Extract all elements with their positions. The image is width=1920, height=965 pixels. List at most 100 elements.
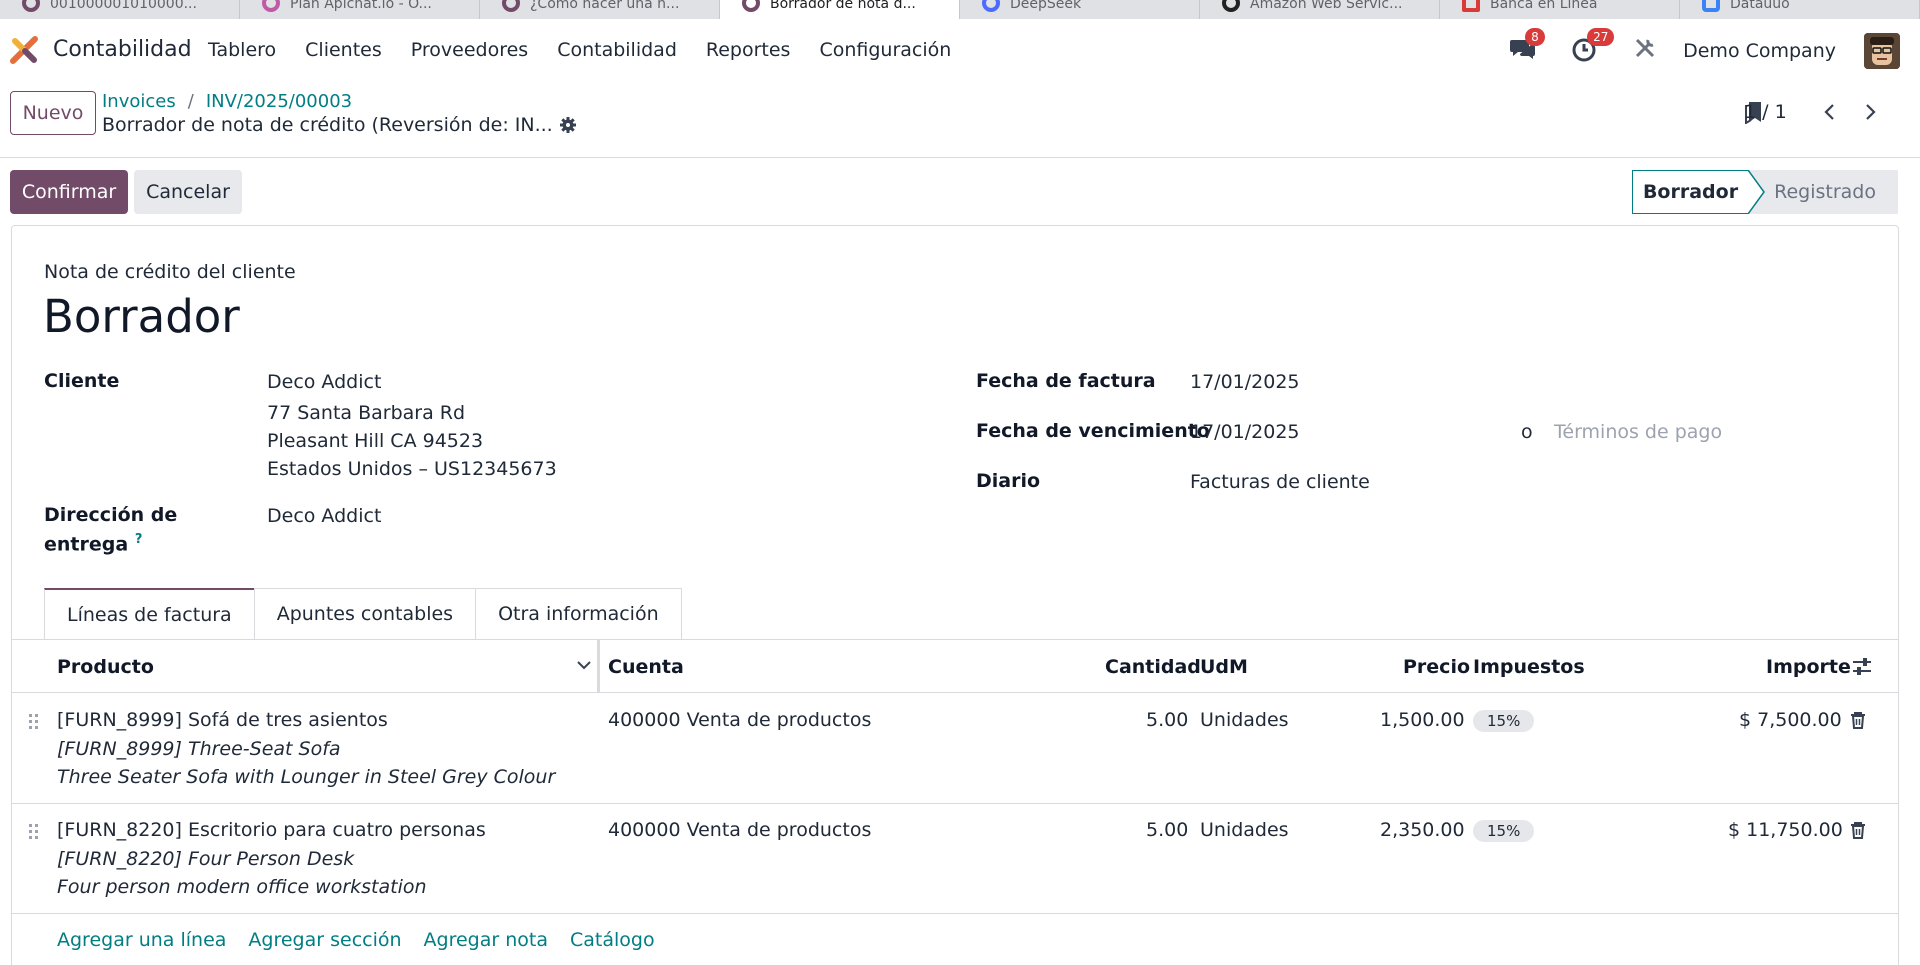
menu-item-tablero[interactable]: Tablero <box>208 39 276 61</box>
line-price[interactable]: 2,350.00 <box>1380 819 1465 841</box>
pager-value[interactable]: 1 / 1 <box>1744 101 1787 123</box>
app-name[interactable]: Contabilidad <box>53 37 192 62</box>
chevron-down-icon[interactable] <box>576 657 592 673</box>
browser-tab-strip: 001000001010000... Plan Apichat.io - O..… <box>0 0 1920 19</box>
line-description[interactable]: Four person modern office workstation <box>57 876 427 898</box>
add-section-link[interactable]: Agregar sección <box>248 929 401 951</box>
breadcrumb-invoice-link[interactable]: INV/2025/00003 <box>206 91 352 112</box>
menu-item-clientes[interactable]: Clientes <box>305 39 382 61</box>
status-posted[interactable]: Registrado <box>1748 170 1898 214</box>
browser-tab-active[interactable]: Borrador de nota d... <box>720 0 960 19</box>
line-price[interactable]: 1,500.00 <box>1380 709 1465 731</box>
line-description[interactable]: [FURN_8999] Three-Seat Sofa <box>57 738 341 760</box>
tax-badge[interactable]: 15% <box>1473 820 1535 842</box>
browser-tab[interactable]: Plan Apichat.io - O... <box>240 0 480 19</box>
tab-other-info[interactable]: Otra información <box>475 588 682 639</box>
line-product[interactable]: [FURN_8999] Sofá de tres asientos <box>57 709 388 731</box>
due-date-field[interactable]: 17/01/2025 <box>1190 421 1300 443</box>
trash-icon[interactable] <box>1850 821 1866 839</box>
record-title-text: Borrador de nota de crédito (Reversión d… <box>102 114 553 136</box>
invoice-date-label: Fecha de factura <box>976 370 1156 392</box>
add-note-link[interactable]: Agregar nota <box>424 929 548 951</box>
column-header-product[interactable]: Producto <box>57 656 154 678</box>
breadcrumb: Invoices / INV/2025/00003 <box>102 91 352 112</box>
customer-address-line: Pleasant Hill CA 94523 <box>267 430 484 452</box>
pager: 1 / 1 <box>1744 100 1880 124</box>
drag-handle-icon[interactable] <box>28 823 40 841</box>
navbar-systray: 8 27 Demo Company <box>1509 28 1900 71</box>
menu-item-contabilidad[interactable]: Contabilidad <box>557 39 677 61</box>
due-date-label: Fecha de vencimiento <box>976 420 1210 442</box>
tax-badge[interactable]: 15% <box>1473 710 1535 732</box>
journal-field[interactable]: Facturas de cliente <box>1190 471 1370 493</box>
activities-badge: 27 <box>1587 28 1615 46</box>
line-quantity[interactable]: 5.00 <box>1146 709 1188 731</box>
browser-tab[interactable]: ¿Cómo hacer una n... <box>480 0 720 19</box>
top-navbar: Contabilidad Tablero Clientes Proveedore… <box>0 19 1920 81</box>
messages-button[interactable]: 8 <box>1509 28 1545 66</box>
status-arrow-icon <box>1748 170 1765 214</box>
notebook-tabs: Líneas de factura Apuntes contables Otra… <box>44 588 682 639</box>
add-line-link[interactable]: Agregar una línea <box>57 929 226 951</box>
tab-invoice-lines[interactable]: Líneas de factura <box>44 588 255 639</box>
tab-journal-items[interactable]: Apuntes contables <box>253 588 477 639</box>
gear-icon[interactable] <box>559 116 577 134</box>
line-account[interactable]: 400000 Venta de productos <box>608 709 871 731</box>
confirm-button[interactable]: Confirmar <box>10 170 128 214</box>
journal-label: Diario <box>976 470 1041 492</box>
browser-tab[interactable]: Banca en Línea <box>1440 0 1680 19</box>
column-header-price[interactable]: Precio <box>1403 656 1470 678</box>
breadcrumb-invoices-link[interactable]: Invoices <box>102 91 176 112</box>
line-description[interactable]: [FURN_8220] Four Person Desk <box>57 848 354 870</box>
column-resize-handle[interactable] <box>597 640 600 692</box>
invoice-date-field[interactable]: 17/01/2025 <box>1190 371 1300 393</box>
line-product[interactable]: [FURN_8220] Escritorio para cuatro perso… <box>57 819 486 841</box>
amazon-favicon-icon <box>1222 0 1240 12</box>
line-quantity[interactable]: 5.00 <box>1146 819 1188 841</box>
new-button[interactable]: Nuevo <box>10 91 96 135</box>
chevron-left-icon[interactable] <box>1820 100 1840 124</box>
line-uom[interactable]: Unidades <box>1200 709 1289 731</box>
chevron-right-icon[interactable] <box>1860 100 1880 124</box>
delivery-address-field[interactable]: Deco Addict <box>267 505 381 527</box>
column-header-quantity[interactable]: Cantidad <box>1105 656 1201 678</box>
browser-tab[interactable]: 001000001010000... <box>0 0 240 19</box>
main-menu: Tablero Clientes Proveedores Contabilida… <box>208 39 980 61</box>
drag-handle-icon[interactable] <box>28 713 40 731</box>
optional-columns-icon[interactable] <box>1852 656 1872 678</box>
breadcrumb-separator: / <box>187 91 194 112</box>
line-uom[interactable]: Unidades <box>1200 819 1289 841</box>
company-switcher[interactable]: Demo Company <box>1683 40 1836 62</box>
bank-favicon-icon <box>1462 0 1480 12</box>
menu-item-reportes[interactable]: Reportes <box>706 39 791 61</box>
app-logo-icon[interactable] <box>10 36 38 64</box>
cancel-button[interactable]: Cancelar <box>134 170 242 214</box>
browser-tab[interactable]: DeepSeek <box>960 0 1200 19</box>
browser-tab[interactable]: Datauuo <box>1680 0 1920 19</box>
column-header-account[interactable]: Cuenta <box>608 656 684 678</box>
user-avatar-icon <box>1864 33 1900 69</box>
debug-tools-button[interactable] <box>1633 36 1663 66</box>
column-header-amount[interactable]: Importe <box>1766 656 1851 678</box>
messages-badge: 8 <box>1525 28 1545 46</box>
payment-terms-field[interactable]: Términos de pago <box>1554 421 1722 443</box>
delivery-address-label: Dirección de <box>44 504 178 526</box>
help-tooltip-icon[interactable]: ? <box>135 532 143 547</box>
menu-item-proveedores[interactable]: Proveedores <box>411 39 528 61</box>
trash-icon[interactable] <box>1850 711 1866 729</box>
odoo-favicon-icon <box>502 0 520 12</box>
menu-item-configuracion[interactable]: Configuración <box>819 39 951 61</box>
customer-field[interactable]: Deco Addict <box>267 371 381 393</box>
customer-address-line: 77 Santa Barbara Rd <box>267 402 466 424</box>
catalog-link[interactable]: Catálogo <box>570 929 655 951</box>
record-title: Borrador de nota de crédito (Reversión d… <box>102 114 577 136</box>
line-account[interactable]: 400000 Venta de productos <box>608 819 871 841</box>
customer-address-line: Estados Unidos – US12345673 <box>267 458 557 480</box>
line-description[interactable]: Three Seater Sofa with Lounger in Steel … <box>57 766 555 788</box>
column-header-uom[interactable]: UdM <box>1200 656 1248 678</box>
column-header-taxes[interactable]: Impuestos <box>1473 656 1585 678</box>
user-avatar[interactable] <box>1864 33 1900 69</box>
status-draft[interactable]: Borrador <box>1632 170 1748 214</box>
activities-button[interactable]: 27 <box>1571 28 1615 66</box>
browser-tab[interactable]: Amazon Web Servic... <box>1200 0 1440 19</box>
